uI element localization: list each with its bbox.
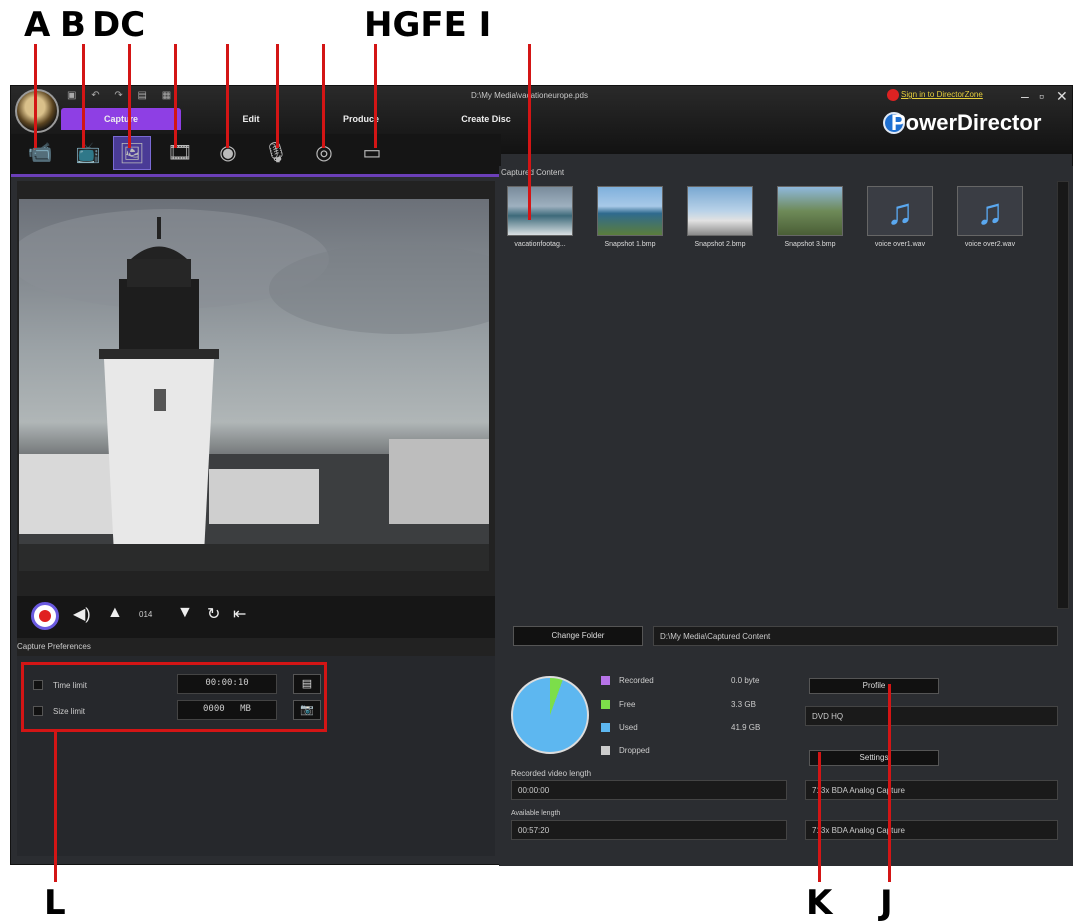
snapshot-button[interactable]: 📷: [293, 700, 321, 720]
playback-controls: ◀) ▲ 014 ▼ ↻ ⇤: [17, 596, 495, 638]
capture-device-field-1: 713x BDA Analog Capture: [805, 780, 1058, 800]
pointer-line-k: [818, 752, 821, 882]
capture-device-field-2: 713x BDA Analog Capture: [805, 820, 1058, 840]
time-limit-field[interactable]: 00:00:10: [177, 674, 277, 694]
captured-scrollbar[interactable]: [1057, 181, 1069, 609]
time-limit-checkbox[interactable]: [33, 680, 43, 690]
used-swatch: [601, 723, 610, 732]
dropped-label: Dropped: [619, 746, 650, 755]
pointer-line-c: [128, 44, 131, 148]
pointer-line-b: [82, 44, 85, 148]
capture-preferences-panel: Time limit 00:00:10 ▤ Size limit 0000 MB…: [17, 656, 495, 856]
size-limit-value: 0000: [203, 704, 225, 714]
pointer-line-g: [322, 44, 325, 148]
available-length-field: 00:57:20: [511, 820, 787, 840]
annotation-l: L: [44, 883, 66, 923]
directorzone-icon: [887, 89, 899, 101]
tab-capture[interactable]: Capture: [61, 108, 181, 130]
tab-produce[interactable]: Produce: [311, 108, 411, 130]
pointer-line-l: [54, 730, 57, 882]
hdv-capture-icon[interactable]: 🎞: [161, 136, 199, 170]
profile-button[interactable]: Profile: [809, 678, 939, 694]
captured-content-pane: [499, 166, 1073, 866]
captured-thumb-audio1[interactable]: ♫: [867, 186, 933, 236]
pointer-line-e: [226, 44, 229, 148]
capture-folder-path: D:\My Media\Captured Content: [653, 626, 1058, 646]
recorded-length-label: Recorded video length: [511, 769, 592, 778]
down-arrow-icon[interactable]: ▼: [177, 604, 193, 622]
up-arrow-icon[interactable]: ▲: [107, 604, 123, 622]
tab-create-disc[interactable]: Create Disc: [431, 108, 541, 130]
pointer-line-a: [34, 44, 37, 148]
annotation-k: K: [806, 883, 833, 923]
recorded-length-field: 00:00:00: [511, 780, 787, 800]
captured-content-header: Captured Content: [501, 168, 565, 177]
pointer-line-i: [528, 44, 531, 220]
dropped-swatch: [601, 746, 610, 755]
capture-preferences-header: Capture Preferences: [17, 642, 91, 651]
dv-camcorder-icon[interactable]: 📹: [21, 136, 59, 170]
settings-button[interactable]: Settings: [809, 750, 939, 766]
brand-title: PowerDirector: [891, 110, 1042, 135]
used-label: Used: [619, 723, 638, 732]
captured-thumb-video[interactable]: [507, 186, 573, 236]
time-limit-label: Time limit: [53, 681, 87, 690]
pointer-line-f: [276, 44, 279, 148]
size-limit-checkbox[interactable]: [33, 706, 43, 716]
captured-label-4: Snapshot 3.bmp: [784, 241, 836, 248]
captured-thumb-snapshot2[interactable]: [687, 186, 753, 236]
captured-thumb-audio2[interactable]: ♫: [957, 186, 1023, 236]
record-button[interactable]: [31, 602, 59, 630]
frame-counter: 014: [139, 610, 153, 619]
recorded-swatch: [601, 676, 610, 685]
digital-tv-capture-icon[interactable]: 🖼: [113, 136, 151, 170]
size-limit-unit: MB: [240, 704, 251, 714]
captured-label-6: voice over2.wav: [964, 241, 1016, 248]
captured-label-3: Snapshot 2.bmp: [694, 241, 746, 248]
app-logo[interactable]: [15, 89, 59, 133]
pointer-line-d: [174, 44, 177, 148]
tab-edit[interactable]: Edit: [201, 108, 301, 130]
free-label: Free: [619, 700, 636, 709]
recorded-label: Recorded: [619, 676, 654, 685]
restore-icon[interactable]: ▫: [1039, 88, 1044, 104]
annotation-b: B: [60, 5, 86, 45]
available-length-label: Available length: [511, 810, 561, 817]
captured-thumb-snapshot1[interactable]: [597, 186, 663, 236]
size-limit-field[interactable]: 0000 MB: [177, 700, 277, 720]
free-swatch: [601, 700, 610, 709]
refresh-icon[interactable]: ↻: [207, 604, 220, 624]
input-source-icon[interactable]: ⇤: [233, 604, 246, 624]
callout-box-l: [21, 662, 327, 732]
profile-value-field: DVD HQ: [805, 706, 1058, 726]
captured-thumb-snapshot3[interactable]: [777, 186, 843, 236]
annotation-a: A: [24, 5, 51, 45]
sign-in-link[interactable]: Sign in to DirectorZone: [901, 90, 983, 99]
recorded-value: 0.0 byte: [731, 676, 760, 685]
pointer-line-h: [374, 44, 377, 148]
powerdirector-window: ▣ ↶ ↷ ▤ ▦ D:\My Media\vacationeurope.pds…: [10, 85, 1073, 866]
close-icon[interactable]: ✕: [1056, 88, 1068, 105]
time-limit-calendar-button[interactable]: ▤: [293, 674, 321, 694]
avchd-camcorder-icon[interactable]: ▭: [353, 136, 391, 170]
captured-label-2: Snapshot 1.bmp: [604, 241, 656, 248]
free-value: 3.3 GB: [731, 700, 756, 709]
toolbar-divider: [11, 174, 501, 177]
disk-usage-pie: [511, 676, 589, 754]
size-limit-label: Size limit: [53, 707, 86, 716]
captured-label-1: vacationfootag...: [514, 241, 566, 248]
annotation-dc: DC: [92, 5, 146, 45]
lighthouse-image: [19, 209, 489, 571]
pointer-line-j: [888, 684, 891, 882]
captured-label-5: voice over1.wav: [874, 241, 926, 248]
volume-icon[interactable]: ◀): [73, 604, 91, 624]
minimize-icon[interactable]: –: [1021, 88, 1029, 104]
annotation-hgfei: HGFE I: [364, 5, 492, 45]
used-value: 41.9 GB: [731, 723, 761, 732]
change-folder-button[interactable]: Change Folder: [513, 626, 643, 646]
annotation-j: J: [880, 883, 893, 923]
tv-capture-icon[interactable]: 📺: [69, 136, 107, 170]
video-preview: [19, 199, 489, 571]
record-icon: [39, 610, 51, 622]
